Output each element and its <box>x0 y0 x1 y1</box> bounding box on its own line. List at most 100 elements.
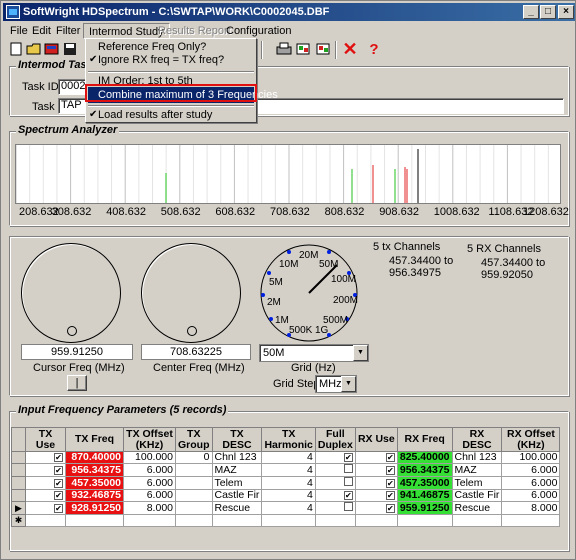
tx-group-cell[interactable] <box>175 476 213 490</box>
rx-freq-cell[interactable]: 959.91250 <box>396 501 453 515</box>
empty-cell[interactable] <box>123 514 176 527</box>
new-file-icon[interactable] <box>7 40 25 58</box>
col-rx-use[interactable]: RX Use <box>354 427 398 452</box>
row-selector[interactable]: ▶ <box>11 501 26 515</box>
rx-use-cell[interactable]: ✔ <box>354 476 398 490</box>
tx-group-cell[interactable] <box>175 501 213 515</box>
tx-use-cell[interactable]: ✔ <box>25 489 66 502</box>
col-tx-freq[interactable]: TX Freq <box>65 427 124 452</box>
cursor-freq-value[interactable]: 959.91250 <box>21 344 133 360</box>
export-icon[interactable] <box>295 40 313 58</box>
checkbox[interactable]: ✔ <box>385 465 395 475</box>
checkbox[interactable]: ✔ <box>54 453 63 462</box>
col-tx-harmonic[interactable]: TX Harmonic <box>261 427 316 452</box>
menu-item-load-results[interactable]: ✔ Load results after study <box>88 107 254 123</box>
empty-cell[interactable] <box>65 514 124 527</box>
col-rx-freq[interactable]: RX Freq <box>396 427 453 452</box>
empty-cell[interactable] <box>261 514 316 527</box>
print-icon[interactable] <box>275 40 293 58</box>
col-full-duplex[interactable]: Full Duplex <box>314 427 356 452</box>
tx-harmonic-cell[interactable]: 4 <box>261 476 316 490</box>
chevron-down-icon[interactable]: ▼ <box>353 345 368 361</box>
grid-select[interactable]: 50M ▼ <box>259 344 369 362</box>
checkbox[interactable] <box>343 477 353 486</box>
rx-desc-cell[interactable]: Castle Fir <box>451 489 503 502</box>
rx-desc-cell[interactable]: Chnl 123 <box>451 451 503 464</box>
table-row[interactable]: ✔ 932.46875 6.000 Castle Fir 4 ✔ ✔ 941.46875 Cas… <box>11 489 561 502</box>
rx-use-cell[interactable]: ✔ <box>354 489 398 502</box>
tx-desc-cell[interactable]: Rescue <box>211 501 263 515</box>
tx-use-cell[interactable]: ✔ <box>25 501 66 515</box>
table-row[interactable]: ✔ 956.34375 6.000 MAZ 4 ✔ 956.34375 MAZ 6.000 <box>11 463 561 477</box>
tx-use-cell[interactable]: ✔ <box>25 451 66 464</box>
grid-dial[interactable]: 20M 50M 10M 100M 5M 200M 2M 1M 500M 500K… <box>259 243 359 343</box>
import-icon[interactable] <box>315 40 333 58</box>
tx-harmonic-cell[interactable]: 4 <box>261 463 316 477</box>
tx-freq-cell[interactable]: 932.46875 <box>65 489 124 502</box>
rx-desc-cell[interactable]: Rescue <box>451 501 503 515</box>
checkbox[interactable]: ✔ <box>385 453 395 462</box>
open-folder-icon[interactable] <box>25 40 43 58</box>
tx-desc-cell[interactable]: Telem <box>211 476 263 490</box>
full-duplex-cell[interactable] <box>314 501 356 515</box>
col-tx-offset[interactable]: TX Offset (KHz) <box>123 427 176 452</box>
tx-freq-cell[interactable]: 870.40000 <box>65 451 124 464</box>
rx-offset-cell[interactable]: 6.000 <box>501 463 561 477</box>
maximize-button[interactable]: □ <box>540 5 556 19</box>
rx-offset-cell[interactable]: 100.000 <box>501 451 561 464</box>
tx-offset-cell[interactable]: 100.000 <box>123 451 176 464</box>
full-duplex-cell[interactable] <box>314 476 356 490</box>
col-tx-group[interactable]: TX Group <box>175 427 213 452</box>
row-selector[interactable] <box>11 476 26 490</box>
rx-use-cell[interactable]: ✔ <box>354 463 398 477</box>
row-selector[interactable]: ✱ <box>11 514 26 527</box>
rx-freq-cell[interactable]: 941.46875 <box>396 489 453 502</box>
checkbox[interactable]: ✔ <box>54 503 63 513</box>
tx-use-cell[interactable]: ✔ <box>25 476 66 490</box>
checkbox[interactable]: ✔ <box>385 491 395 500</box>
checkbox[interactable]: ✔ <box>385 503 395 513</box>
empty-cell[interactable] <box>211 514 263 527</box>
col-tx-desc[interactable]: TX DESC <box>211 427 263 452</box>
menu-item-ignore-rx[interactable]: ✔ Ignore RX freq = TX freq? <box>88 52 254 68</box>
tx-use-cell[interactable]: ✔ <box>25 463 66 477</box>
rx-desc-cell[interactable]: MAZ <box>451 463 503 477</box>
center-freq-value[interactable]: 708.63225 <box>141 344 251 360</box>
checkbox[interactable]: ✔ <box>343 453 353 462</box>
center-freq-dial[interactable] <box>141 243 241 343</box>
empty-cell[interactable] <box>451 514 503 527</box>
rx-offset-cell[interactable]: 8.000 <box>501 501 561 515</box>
table-row[interactable]: ✔ 457.35000 6.000 Telem 4 ✔ 457.35000 Telem 6.00… <box>11 476 561 490</box>
tx-group-cell[interactable] <box>175 489 213 502</box>
full-duplex-cell[interactable] <box>314 463 356 477</box>
menu-configuration[interactable]: Configuration <box>221 23 296 39</box>
frequency-table[interactable]: TX Use TX Freq TX Offset (KHz) TX Group … <box>11 427 561 527</box>
tx-offset-cell[interactable]: 6.000 <box>123 476 176 490</box>
close-button[interactable]: × <box>558 5 574 19</box>
checkbox[interactable]: ✔ <box>54 465 63 475</box>
rx-use-cell[interactable]: ✔ <box>354 451 398 464</box>
minimize-button[interactable]: _ <box>523 5 539 19</box>
spectrum-plot[interactable] <box>15 144 561 204</box>
checkbox[interactable] <box>343 502 353 511</box>
row-selector[interactable] <box>11 451 26 464</box>
tx-offset-cell[interactable]: 6.000 <box>123 463 176 477</box>
menu-filter[interactable]: Filter <box>51 23 85 39</box>
row-selector[interactable] <box>11 463 26 477</box>
col-rx-offset[interactable]: RX Offset (KHz) <box>501 427 561 452</box>
rx-use-cell[interactable]: ✔ <box>354 501 398 515</box>
tx-desc-cell[interactable]: MAZ <box>211 463 263 477</box>
tx-freq-cell[interactable]: 956.34375 <box>65 463 124 477</box>
col-rx-desc[interactable]: RX DESC <box>451 427 503 452</box>
checkbox[interactable]: ✔ <box>54 478 63 488</box>
empty-cell[interactable] <box>314 514 356 527</box>
new-record-row[interactable]: ✱ <box>11 514 561 527</box>
rx-freq-cell[interactable]: 457.35000 <box>396 476 453 490</box>
empty-cell[interactable] <box>396 514 453 527</box>
empty-cell[interactable] <box>25 514 66 527</box>
col-tx-use[interactable]: TX Use <box>25 427 66 452</box>
tx-freq-cell[interactable]: 928.91250 <box>65 501 124 515</box>
row-selector[interactable] <box>11 489 26 502</box>
empty-cell[interactable] <box>501 514 561 527</box>
tx-desc-cell[interactable]: Castle Fir <box>211 489 263 502</box>
